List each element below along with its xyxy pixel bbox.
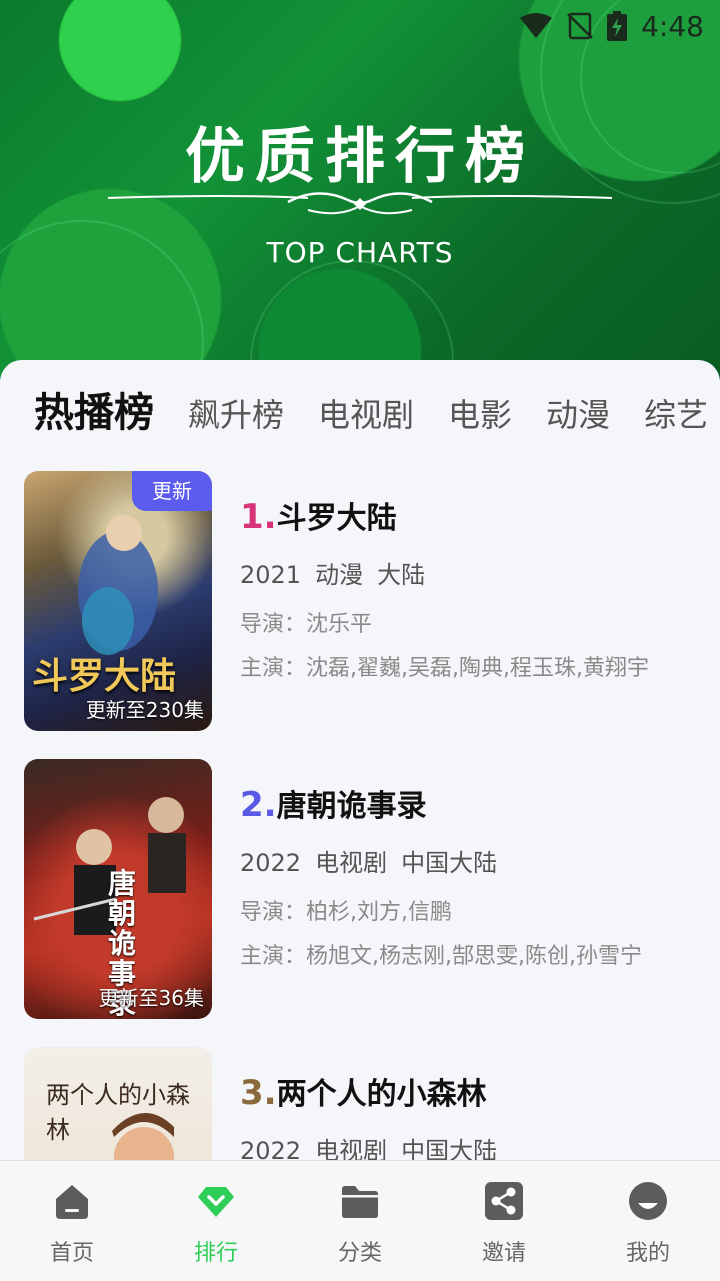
item-type: 电视剧: [315, 1137, 388, 1160]
item-year: 2022: [240, 1137, 302, 1160]
nav-home[interactable]: 首页: [0, 1161, 144, 1281]
poster-image[interactable]: 两个人的小森林: [24, 1047, 212, 1160]
nav-label: 首页: [49, 1241, 94, 1266]
wifi-icon: [520, 13, 553, 38]
item-cast: 主演：沈磊,翟巍,吴磊,陶典,程玉珠,黄翔宇: [240, 656, 649, 681]
nav-ranking[interactable]: 排行: [144, 1161, 288, 1281]
ranking-content: 热播榜 飙升榜 电视剧 电影 动漫 综艺 斗罗大陆 更新 更新至230集 1.斗…: [0, 360, 720, 1160]
battery-icon: [607, 11, 628, 41]
item-year: 2021: [240, 561, 302, 589]
tab-rising[interactable]: 飙升榜: [188, 390, 284, 436]
nav-invite[interactable]: 邀请: [432, 1161, 576, 1281]
item-type: 动漫: [315, 561, 364, 589]
nav-label: 分类: [337, 1241, 382, 1266]
status-time: 4:48: [641, 9, 704, 43]
no-sim-icon: [567, 12, 593, 40]
update-badge: 更新: [132, 471, 212, 511]
nav-profile[interactable]: 我的: [576, 1161, 720, 1281]
tab-tv-series[interactable]: 电视剧: [318, 390, 414, 436]
item-title: 两个人的小森林: [276, 1077, 487, 1112]
bottom-nav: 首页 排行 分类 邀请 我的: [0, 1160, 720, 1281]
ornament-divider: [108, 192, 612, 215]
nav-label: 邀请: [481, 1241, 526, 1266]
ranking-tabs: 热播榜 飙升榜 电视剧 电影 动漫 综艺: [34, 380, 708, 440]
rank-number: 3.: [240, 1073, 277, 1113]
item-meta: 2021 动漫 大陆: [240, 555, 710, 590]
hero-banner: 优质排行榜 TOP CHARTS 4:48: [0, 0, 720, 380]
item-info: 3.两个人的小森林 2022 电视剧 中国大陆: [240, 1069, 710, 1160]
status-bar: 4:48: [519, 8, 704, 44]
tab-variety[interactable]: 综艺: [644, 390, 708, 436]
folder-icon: [342, 1186, 378, 1218]
poster-image[interactable]: 斗罗大陆 更新 更新至230集: [24, 471, 212, 731]
home-icon: [56, 1185, 88, 1219]
ranking-icon: [198, 1187, 234, 1217]
item-cast: 主演：杨旭文,杨志刚,郜思雯,陈创,孙雪宁: [240, 944, 642, 969]
item-meta: 2022 电视剧 中国大陆: [240, 843, 710, 878]
item-year: 2022: [240, 849, 302, 877]
tab-anime[interactable]: 动漫: [546, 390, 610, 436]
episode-count: 更新至36集: [98, 986, 204, 1010]
hero-subtitle: TOP CHARTS: [266, 236, 454, 269]
hero-title: 优质排行榜: [185, 122, 535, 192]
list-item[interactable]: 斗罗大陆 更新 更新至230集 1.斗罗大陆 2021 动漫 大陆 导演：沈乐平 主…: [24, 471, 704, 731]
rank-number: 2.: [240, 785, 277, 825]
item-region: 大陆: [377, 561, 426, 589]
profile-icon: [629, 1182, 667, 1220]
item-meta: 2022 电视剧 中国大陆: [240, 1131, 710, 1160]
poster-title-art: 斗罗大陆: [32, 656, 177, 697]
item-info: 2.唐朝诡事录 2022 电视剧 中国大陆 导演：柏杉,刘方,信鹏 主演：杨旭文,杨…: [240, 781, 710, 970]
rank-number: 1.: [240, 497, 277, 537]
item-title-row[interactable]: 2.唐朝诡事录: [240, 781, 710, 825]
nav-category[interactable]: 分类: [288, 1161, 432, 1281]
share-icon: [485, 1182, 523, 1220]
tab-hot[interactable]: 热播榜: [34, 380, 154, 438]
list-item[interactable]: 唐朝诡事录 更新至36集 2.唐朝诡事录 2022 电视剧 中国大陆 导演：柏杉,刘…: [24, 759, 704, 1019]
item-type: 电视剧: [315, 849, 388, 877]
nav-label: 排行: [193, 1241, 238, 1266]
item-region: 中国大陆: [401, 1137, 498, 1160]
item-info: 1.斗罗大陆 2021 动漫 大陆 导演：沈乐平 主演：沈磊,翟巍,吴磊,陶典,程玉…: [240, 493, 710, 682]
tab-movie[interactable]: 电影: [448, 390, 512, 436]
poster-title-art: 两个人的小森林: [46, 1081, 190, 1144]
item-title-row[interactable]: 3.两个人的小森林: [240, 1069, 710, 1113]
item-title: 唐朝诡事录: [276, 789, 427, 824]
poster-image[interactable]: 唐朝诡事录 更新至36集: [24, 759, 212, 1019]
episode-count: 更新至230集: [85, 698, 204, 722]
list-item[interactable]: 两个人的小森林 3.两个人的小森林 2022 电视剧 中国大陆: [24, 1047, 704, 1160]
item-director: 导演：柏杉,刘方,信鹏: [240, 900, 452, 925]
item-title-row[interactable]: 1.斗罗大陆: [240, 493, 710, 537]
item-title: 斗罗大陆: [276, 501, 397, 536]
nav-label: 我的: [625, 1241, 670, 1266]
item-region: 中国大陆: [401, 849, 498, 877]
item-director: 导演：沈乐平: [240, 612, 373, 637]
